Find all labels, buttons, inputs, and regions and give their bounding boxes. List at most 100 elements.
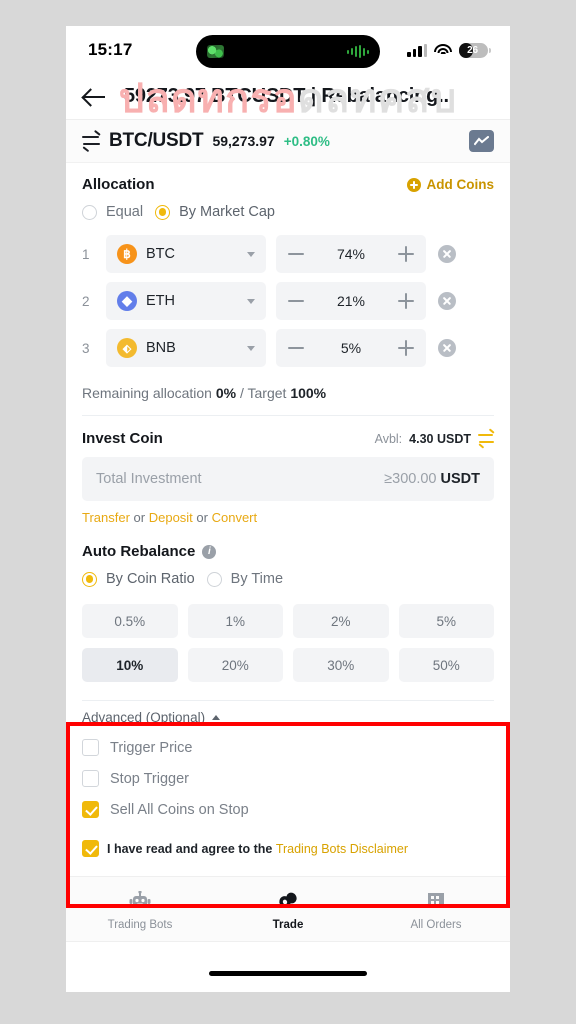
radio-equal[interactable]: Equal [82, 204, 143, 220]
target-value: 100% [290, 385, 327, 401]
remove-coin-icon[interactable] [438, 245, 456, 263]
radio-equal-label: Equal [106, 204, 144, 220]
trading-bots-disclaimer-link[interactable]: Trading Bots Disclaimer [276, 842, 408, 856]
decrement-button[interactable] [288, 246, 304, 262]
checkbox-icon [82, 739, 99, 756]
radio-by-market-cap[interactable]: By Market Cap [155, 204, 275, 220]
remaining-value: 0% [215, 385, 237, 401]
coin-symbol: ETH [146, 293, 175, 309]
investment-hint: ≥300.00 USDT [384, 471, 480, 487]
main-content: Allocation Add Coins Equal By Market Cap… [66, 163, 510, 857]
nav-item-trading-bots[interactable]: Trading Bots [66, 888, 214, 931]
allocation-mode-group: Equal By Market Cap [82, 193, 494, 226]
bottom-navigation: Trading Bots Trade All Orders [66, 876, 510, 942]
chevron-down-icon [247, 251, 255, 257]
eth-icon: ◆ [117, 291, 137, 311]
coin-symbol: BTC [146, 246, 175, 262]
pair-symbol[interactable]: BTC/USDT [109, 130, 204, 152]
radio-by-time-label: By Time [230, 571, 284, 587]
agree-prefix: I have read and agree to the [107, 841, 276, 856]
decrement-button[interactable] [288, 293, 304, 309]
checkbox-icon [82, 770, 99, 787]
decrement-button[interactable] [288, 340, 304, 356]
investment-min: ≥300.00 [384, 471, 437, 487]
increment-button[interactable] [398, 246, 414, 262]
table-row: 1 ฿ BTC 74% [82, 235, 494, 273]
chip-2[interactable]: 2% [293, 604, 389, 638]
add-coins-button[interactable]: Add Coins [406, 177, 495, 192]
radio-dot-icon [82, 571, 97, 587]
deposit-link[interactable]: Deposit [149, 510, 193, 525]
chip-20[interactable]: 20% [187, 648, 283, 682]
radio-by-market-cap-label: By Market Cap [179, 204, 275, 220]
add-coins-label: Add Coins [426, 177, 495, 192]
nav-item-all-orders[interactable]: All Orders [362, 888, 510, 931]
chip-1[interactable]: 1% [187, 604, 283, 638]
percent-value[interactable]: 74% [337, 246, 365, 262]
avbl-label: Avbl: [374, 431, 403, 446]
coin-index: 1 [82, 246, 90, 262]
coin-select-bnb[interactable]: ⬖ BNB [106, 329, 266, 367]
advanced-toggle[interactable]: Advanced (Optional) [82, 710, 494, 725]
nav-label: All Orders [410, 918, 462, 931]
chip-50[interactable]: 50% [398, 648, 494, 682]
page-title: 59273.97 BTCUSDT | Rebalancing... [124, 85, 455, 107]
radio-by-coin-ratio-label: By Coin Ratio [106, 571, 195, 587]
table-row: 3 ⬖ BNB 5% [82, 329, 494, 367]
radio-by-coin-ratio[interactable]: By Coin Ratio [82, 571, 195, 587]
status-bar-time: 15:17 [88, 40, 133, 59]
total-investment-input[interactable]: Total Investment ≥300.00 USDT [82, 457, 494, 501]
remove-coin-icon[interactable] [438, 339, 456, 357]
chip-0-5[interactable]: 0.5% [82, 604, 178, 638]
transfer-swap-icon[interactable] [478, 428, 495, 449]
coin-select-eth[interactable]: ◆ ETH [106, 282, 266, 320]
increment-button[interactable] [398, 293, 414, 309]
pair-change: +0.80% [283, 133, 330, 149]
coin-index: 2 [82, 293, 90, 309]
convert-link[interactable]: Convert [212, 510, 258, 525]
invest-header: Invest Coin Avbl: 4.30 USDT [82, 416, 495, 449]
radio-by-time[interactable]: By Time [206, 571, 284, 587]
transfer-link[interactable]: Transfer [82, 510, 130, 525]
checkbox-trigger-price[interactable]: Trigger Price [82, 739, 494, 756]
invest-coin-title: Invest Coin [82, 430, 163, 447]
checkbox-sell-all-coins-on-stop[interactable]: Sell All Coins on Stop [82, 801, 494, 818]
investment-placeholder: Total Investment [96, 471, 202, 487]
remaining-mid: / Target [236, 385, 291, 401]
funding-links: Transfer or Deposit or Convert [82, 501, 494, 525]
remaining-allocation: Remaining allocation 0% / Target 100% [82, 367, 494, 401]
signal-bars-icon [407, 43, 427, 57]
back-arrow-icon[interactable] [84, 88, 106, 106]
robot-icon [129, 890, 151, 912]
percent-stepper-btc: 74% [276, 235, 426, 273]
remove-coin-icon[interactable] [438, 292, 456, 310]
avbl-value: 4.30 USDT [409, 431, 471, 446]
allocation-title: Allocation [82, 176, 155, 193]
chip-30[interactable]: 30% [293, 648, 389, 682]
info-icon[interactable]: i [202, 544, 217, 559]
status-bar: 15:17 26 ปลดทกรอดลทคสบ [66, 26, 510, 121]
radio-dot-icon [82, 204, 97, 220]
percent-value[interactable]: 5% [341, 340, 361, 356]
radio-dot-icon [155, 204, 171, 220]
available-balance: Avbl: 4.30 USDT [374, 428, 495, 449]
investment-unit: USDT [440, 471, 480, 487]
swap-pair-icon[interactable] [82, 129, 101, 153]
coin-select-btc[interactable]: ฿ BTC [106, 235, 266, 273]
chip-5[interactable]: 5% [398, 604, 494, 638]
btc-icon: ฿ [117, 244, 137, 264]
checkbox-stop-trigger[interactable]: Stop Trigger [82, 770, 494, 787]
chip-10[interactable]: 10% [82, 648, 178, 682]
percent-value[interactable]: 21% [337, 293, 365, 309]
chevron-down-icon [247, 298, 255, 304]
increment-button[interactable] [397, 340, 414, 356]
allocation-header: Allocation Add Coins [82, 163, 494, 193]
wifi-icon [434, 43, 452, 57]
radio-dot-icon [206, 571, 222, 587]
home-indicator [209, 971, 367, 976]
checkbox-agree-disclaimer[interactable]: I have read and agree to the Trading Bot… [82, 840, 494, 857]
line-chart-icon[interactable] [469, 130, 494, 152]
bnb-icon: ⬖ [117, 338, 137, 358]
pair-price: 59,273.97 [212, 133, 275, 149]
nav-item-trade[interactable]: Trade [214, 888, 362, 931]
